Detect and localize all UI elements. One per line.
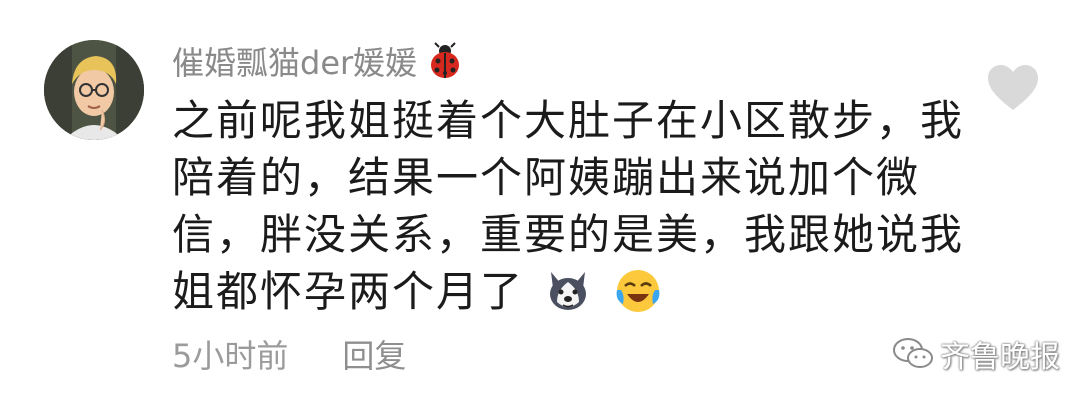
avatar[interactable] — [44, 40, 144, 140]
ladybug-icon — [425, 41, 465, 81]
reply-button[interactable]: 回复 — [342, 331, 406, 377]
comment-line: 之前呢我姐挺着个大肚子在小区散步，我 — [172, 96, 965, 145]
heart-icon — [988, 65, 1038, 110]
like-button[interactable] — [986, 64, 1040, 112]
laughing-tears-emoji — [613, 266, 663, 316]
comment-meta: 5小时前 回复 — [172, 328, 406, 380]
avatar-image — [44, 40, 144, 140]
wechat-icon — [893, 338, 933, 368]
comment-line: 陪着的，结果一个阿姨蹦出来说加个微 — [172, 153, 921, 202]
comment-line-text: 姐都怀孕两个月了 — [172, 267, 525, 316]
watermark: 齐鲁晚报 — [892, 334, 1060, 375]
comment-line-last: 姐都怀孕两个月了 — [172, 263, 932, 320]
comment-username[interactable]: 催婚瓢猫der媛媛 — [172, 38, 465, 84]
husky-dog-emoji — [543, 266, 593, 316]
comment-body: 之前呢我姐挺着个大肚子在小区散步，我 陪着的，结果一个阿姨蹦出来说加个微 信，胖… — [172, 92, 965, 320]
username-text: 催婚瓢猫der媛媛 — [172, 44, 418, 82]
comment-timestamp: 5小时前 — [172, 337, 289, 375]
watermark-text: 齐鲁晚报 — [940, 340, 1060, 375]
comment-line: 信，胖没关系，重要的是美，我跟她说我 — [172, 210, 965, 259]
